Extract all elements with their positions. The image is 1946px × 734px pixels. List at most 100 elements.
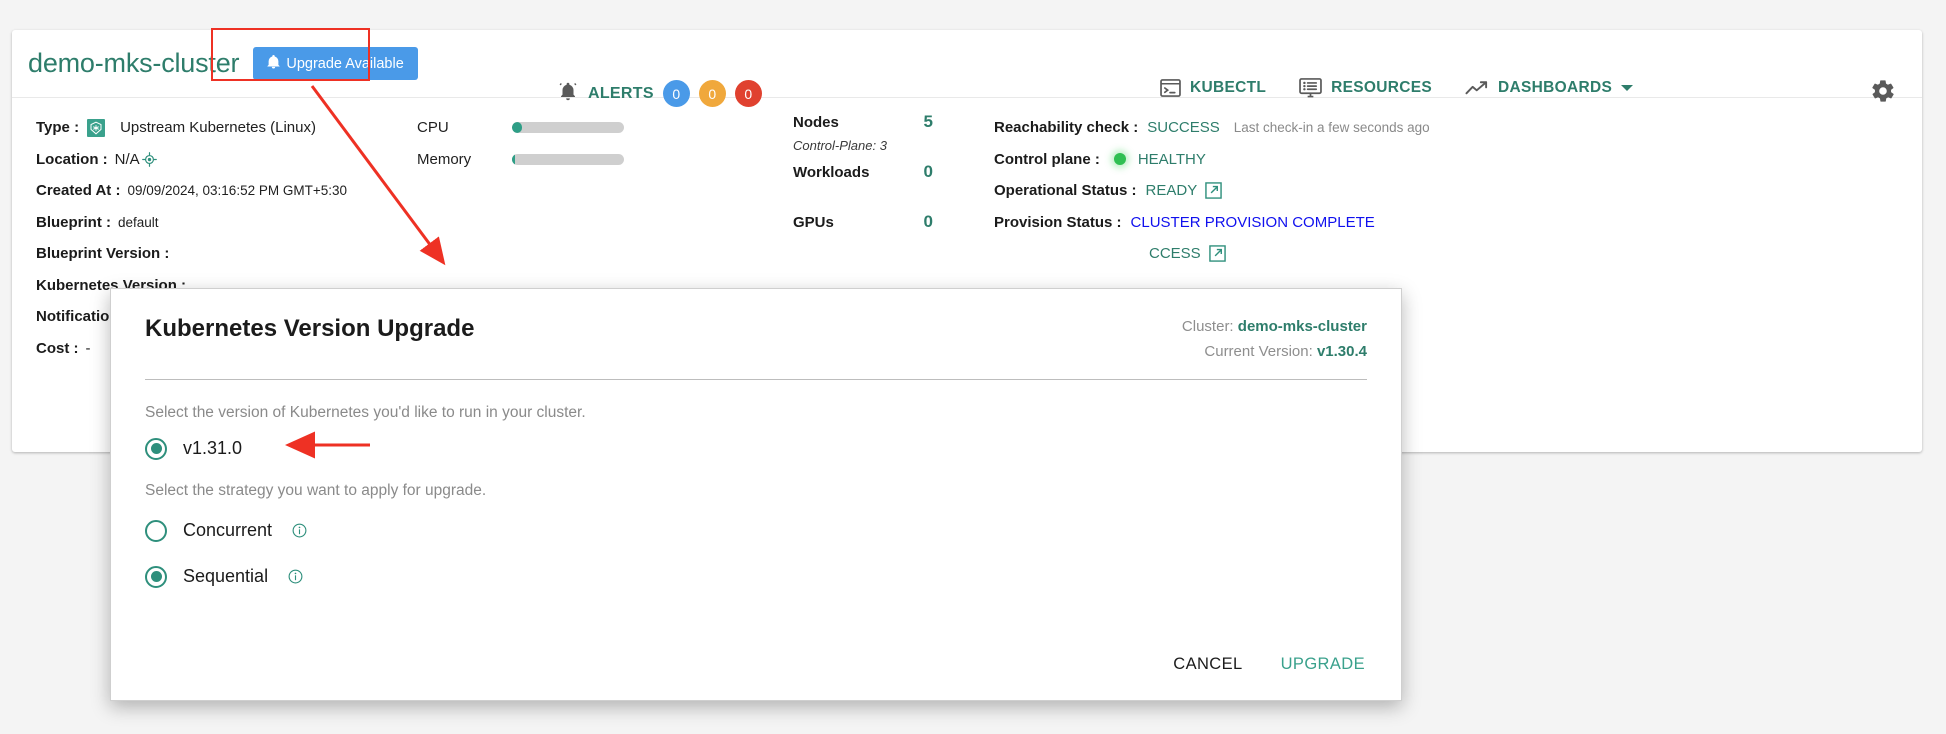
count-label: Nodes [793, 114, 839, 131]
info-value: N/A [114, 150, 140, 168]
info-key: Cost : [36, 339, 79, 357]
usage-row-memory: Memory [417, 144, 624, 176]
external-link-icon[interactable] [1205, 182, 1222, 200]
info-key: Blueprint Version : [36, 245, 170, 263]
info-row-blueprint: Blueprint : default [36, 207, 347, 239]
cpu-usage-fill [512, 122, 523, 134]
radio-indicator[interactable] [145, 519, 167, 542]
status-key: Reachability check : [994, 119, 1139, 137]
info-circle-icon[interactable] [292, 523, 307, 538]
terminal-icon [1160, 79, 1181, 97]
info-circle-icon[interactable] [288, 569, 303, 584]
count-value: 5 [923, 112, 933, 131]
dialog-cluster-meta: Cluster: demo-mks-cluster [1182, 315, 1367, 340]
status-value-partial: CCESS [1149, 245, 1201, 263]
resource-usage-group: CPU Memory [417, 112, 624, 175]
status-row-control-plane: Control plane : HEALTHY [994, 144, 1430, 176]
dialog-body: Select the version of Kubernetes you'd l… [111, 380, 1401, 588]
count-row-nodes: Nodes 5 [793, 112, 933, 138]
monitor-list-icon [1299, 78, 1322, 98]
info-key: Blueprint : [36, 213, 111, 231]
status-value: CLUSTER PROVISION COMPLETE [1130, 213, 1375, 231]
info-value: default [118, 214, 159, 230]
cluster-card-header: demo-mks-cluster Upgrade Available ALERT… [12, 28, 1922, 107]
count-sub-control-plane: Control-Plane: 3 [793, 138, 887, 153]
dialog-footer: CANCEL UPGRADE [1171, 649, 1367, 680]
dashboards-label: DASHBOARDS [1498, 79, 1613, 96]
kubernetes-logo-icon [87, 118, 106, 137]
count-row-workloads: Workloads 0 [793, 162, 933, 188]
kubernetes-version-upgrade-dialog: Kubernetes Version Upgrade Cluster: demo… [110, 288, 1402, 701]
location-target-icon[interactable] [141, 151, 157, 167]
usage-label: Memory [417, 150, 472, 168]
count-value: 0 [923, 162, 933, 181]
status-value: HEALTHY [1137, 150, 1206, 168]
count-row-gpus: GPUs 0 [793, 212, 933, 238]
status-row-partial: CCESS [994, 238, 1430, 270]
info-row-location: Location : N/A [36, 144, 347, 176]
page-title: demo-mks-cluster [28, 48, 240, 78]
kubectl-button[interactable]: KUBECTL [1160, 79, 1266, 97]
upgrade-button[interactable]: UPGRADE [1279, 649, 1367, 680]
health-status-dot [1113, 153, 1126, 166]
memory-usage-fill [512, 153, 516, 165]
dialog-meta: Cluster: demo-mks-cluster Current Versio… [1182, 315, 1367, 365]
strategy-help-text: Select the strategy you want to apply fo… [145, 481, 487, 499]
info-key: Created At : [36, 182, 121, 200]
info-row-created-at: Created At : 09/09/2024, 03:16:52 PM GMT… [36, 175, 347, 207]
radio-indicator[interactable] [145, 437, 167, 460]
cancel-button[interactable]: CANCEL [1171, 649, 1244, 680]
status-key: Operational Status : [994, 182, 1137, 200]
status-row-provision: Provision Status : CLUSTER PROVISION COM… [994, 207, 1430, 239]
status-row-operational: Operational Status : READY [994, 175, 1430, 207]
top-actions: KUBECTL RESOURCES DASHBOARDS [1160, 78, 1634, 98]
external-link-icon[interactable] [1208, 245, 1226, 263]
dialog-version-value: v1.30.4 [1316, 342, 1367, 360]
dialog-version-meta: Current Version: v1.30.4 [1182, 340, 1367, 365]
radio-indicator[interactable] [145, 565, 167, 588]
resources-button[interactable]: RESOURCES [1299, 78, 1432, 98]
upgrade-available-label: Upgrade Available [286, 55, 404, 72]
dialog-title: Kubernetes Version Upgrade [145, 315, 475, 342]
upgrade-available-button[interactable]: Upgrade Available [253, 47, 418, 80]
status-row-reachability: Reachability check : SUCCESS Last check-… [994, 112, 1430, 144]
info-key: Type : [36, 119, 80, 137]
cluster-counts-group: Nodes 5 Control-Plane: 3 Workloads 0 GPU… [793, 112, 933, 238]
info-value: Upstream Kubernetes (Linux) [120, 119, 316, 137]
strategy-label: Concurrent [183, 520, 273, 540]
status-key: Provision Status : [994, 213, 1122, 231]
info-row-blueprint-version: Blueprint Version : [36, 238, 347, 270]
strategy-radio-concurrent[interactable]: Concurrent [145, 519, 1367, 542]
last-check-in-text: Last check-in a few seconds ago [1233, 120, 1430, 136]
count-sub-spacer [793, 188, 933, 212]
status-key: Control plane : [994, 150, 1100, 168]
usage-label: CPU [417, 119, 449, 137]
kubectl-label: KUBECTL [1190, 79, 1267, 96]
dialog-version-label: Current Version: [1204, 342, 1313, 360]
bell-icon [267, 54, 280, 73]
usage-row-cpu: CPU [417, 112, 624, 144]
resources-label: RESOURCES [1331, 79, 1433, 96]
chevron-down-icon [1621, 84, 1634, 92]
memory-usage-bar [512, 153, 624, 165]
info-value: 09/09/2024, 03:16:52 PM GMT+5:30 [127, 183, 347, 199]
strategy-label: Sequential [183, 566, 269, 586]
count-value: 0 [923, 212, 933, 231]
version-radio-label: v1.31.0 [183, 438, 243, 458]
info-key: Location : [36, 150, 108, 168]
dialog-cluster-value: demo-mks-cluster [1237, 318, 1367, 335]
version-radio-v1310[interactable]: v1.31.0 [145, 431, 1367, 460]
status-value: READY [1145, 182, 1198, 200]
dialog-header: Kubernetes Version Upgrade Cluster: demo… [111, 289, 1401, 365]
status-value: SUCCESS [1147, 119, 1220, 137]
dialog-cluster-label: Cluster: [1181, 318, 1234, 335]
count-label: Workloads [793, 164, 870, 181]
count-label: GPUs [793, 214, 834, 231]
strategy-radio-sequential[interactable]: Sequential [145, 565, 1367, 588]
trend-up-icon [1465, 80, 1489, 96]
dashboards-dropdown[interactable]: DASHBOARDS [1465, 79, 1634, 97]
info-value: - [85, 339, 91, 357]
cluster-status-group: Reachability check : SUCCESS Last check-… [994, 112, 1430, 270]
version-help-text: Select the version of Kubernetes you'd l… [145, 403, 586, 421]
info-row-type: Type : Upstream Kubernetes (Linux) [36, 112, 347, 144]
